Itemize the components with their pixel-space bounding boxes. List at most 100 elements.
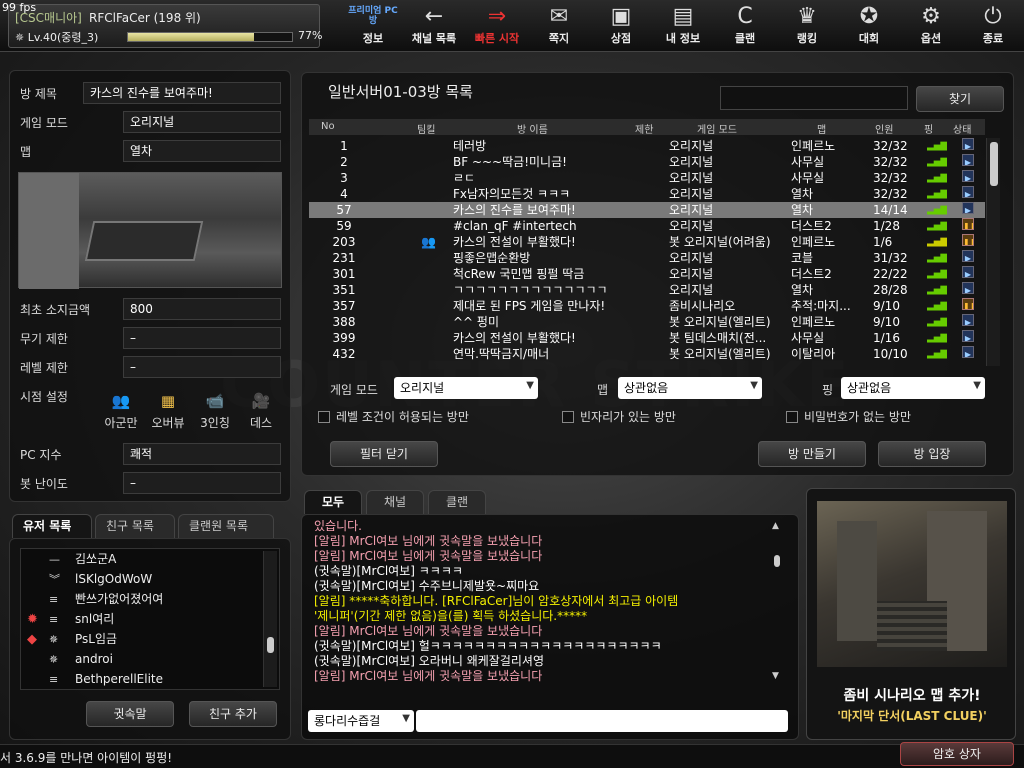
exp-bar (127, 32, 293, 42)
join-room-button[interactable]: 방 입장 (878, 441, 986, 467)
list-item[interactable]: ︾ lSKlgOdWoW (27, 569, 152, 589)
list-item[interactable]: ≡ BethperellElite (27, 669, 163, 689)
filter-mode-select[interactable]: 오리지널 ▼ (394, 377, 538, 399)
filter-map-value: 상관없음 (624, 381, 669, 395)
table-row[interactable]: 357 제대로 된 FPS 게임을 만나자! 좀비시나리오 추적:마지... 9/10 ▂… (309, 298, 985, 314)
close-filter-button[interactable]: 필터 닫기 (330, 441, 438, 467)
table-row[interactable]: 3 ㄹㄷ 오리지널 사무실 32/32 ▂▄▆ ▶ (309, 170, 985, 186)
col-teamkill[interactable]: 팀킬 (417, 121, 435, 136)
cell-mode: 봇 오리지널(엘리트) (669, 347, 771, 361)
menu-medal[interactable]: ✪ 대회 (838, 0, 900, 52)
chat-tab-channel[interactable]: 채널 (366, 490, 424, 514)
check-no-password[interactable]: 비밀번호가 없는 방만 (786, 408, 911, 425)
view-mode-third-person[interactable]: 📹 3인칭 (192, 392, 238, 431)
menu-clan-shield[interactable]: C 클랜 (714, 0, 776, 52)
list-item[interactable]: ✵ androi (27, 649, 113, 669)
level-limit-field[interactable]: – (123, 356, 281, 378)
map-preview-image (18, 172, 282, 289)
table-row[interactable]: 388 ^^ 펑미 봇 오리지널(엘리트) 인페르노 9/10 ▂▄▆ ▶ (309, 314, 985, 330)
check-level-allowed[interactable]: 레벨 조건이 허용되는 방만 (318, 408, 469, 425)
view-mode-label: 아군만 (104, 416, 138, 430)
table-row[interactable]: 351 ㄱㄱㄱㄱㄱㄱㄱㄱㄱㄱㄱㄱㄱㄱ 오리지널 열차 28/28 ▂▄▆ ▶ (309, 282, 985, 298)
crypto-crate-button[interactable]: 암호 상자 (900, 742, 1014, 766)
room-search-input[interactable] (720, 86, 908, 110)
col-room-name[interactable]: 방 이름 (517, 121, 548, 136)
menu-power[interactable]: ⏻ 종료 (962, 0, 1024, 52)
menu-back-arrow[interactable]: ← 채널 목록 (403, 0, 465, 52)
list-item[interactable]: ✹ ≡ snl여리 (27, 609, 114, 629)
view-mode-overview[interactable]: ▦ 오버뷰 (145, 392, 191, 431)
menu-mail[interactable]: ✉ 쪽지 (528, 0, 590, 52)
room-title-label: 방 제목 (20, 87, 57, 101)
list-item[interactable]: ≡ 빤쓰가없어졌어여 (27, 589, 163, 609)
user-list-scroll-thumb[interactable] (267, 637, 274, 653)
ping-signal-icon: ▂▄▆ (927, 300, 948, 311)
player-nickname: RFClFaCer (198 위) (89, 11, 201, 25)
bot-difficulty-field[interactable]: – (123, 472, 281, 494)
tab-clan-member-list[interactable]: 클랜원 목록 (178, 514, 274, 538)
list-item[interactable]: ◆ ✵ PsL임금 (27, 629, 117, 649)
rank-icon: ︾ (49, 573, 60, 586)
chat-scroll-down-icon[interactable]: ▼ (772, 671, 779, 681)
cell-no: 231 (332, 251, 356, 265)
filter-ping-select[interactable]: 상관없음 ▼ (841, 377, 985, 399)
whisper-button[interactable]: 귓속말 (86, 701, 174, 727)
create-room-button[interactable]: 방 만들기 (758, 441, 866, 467)
room-list-scroll-thumb[interactable] (990, 142, 998, 186)
menu-profile-card[interactable]: ▤ 내 정보 (652, 0, 714, 52)
view-mode-death-cam[interactable]: 🎥 데스 (238, 392, 284, 431)
start-money-field[interactable]: 800 (123, 298, 281, 320)
col-limit[interactable]: 제한 (635, 121, 653, 136)
menu-label: 종료 (982, 32, 1004, 45)
menu-shop[interactable]: ▣ 상점 (590, 0, 652, 52)
table-row[interactable]: 231 핑좋은맵순환방 오리지널 코블 31/32 ▂▄▆ ▶ (309, 250, 985, 266)
table-row[interactable]: 57 카스의 진수를 보여주마! 오리지널 열차 14/14 ▂▄▆ ▶ (309, 202, 985, 218)
col-status[interactable]: 상태 (953, 121, 971, 136)
map-field[interactable]: 열차 (123, 140, 281, 162)
table-row[interactable]: 4 Fx남자의모든것 ㅋㅋㅋ 오리지널 열차 32/32 ▂▄▆ ▶ (309, 186, 985, 202)
chat-input[interactable] (416, 710, 788, 732)
menu-trophy[interactable]: ♛ 랭킹 (776, 0, 838, 52)
cell-name: #clan_qF #intertech (453, 219, 577, 233)
table-row[interactable]: 2 BF ~~~딱금!미니금! 오리지널 사무실 32/32 ▂▄▆ ▶ (309, 154, 985, 170)
table-row[interactable]: 1 테러방 오리지널 인페르노 32/32 ▂▄▆ ▶ (309, 138, 985, 154)
chat-tab-clan[interactable]: 클랜 (428, 490, 486, 514)
event-banner[interactable]: 좀비 시나리오 맵 추가! '마지막 단서(LAST CLUE)' (806, 488, 1016, 740)
add-friend-button[interactable]: 친구 추가 (189, 701, 277, 727)
list-item[interactable]: — 김쏘군A (27, 549, 116, 569)
col-game-mode[interactable]: 게임 모드 (697, 121, 737, 136)
menu-gear[interactable]: ⚙ 옵션 (900, 0, 962, 52)
col-players[interactable]: 인원 (875, 121, 893, 136)
check-empty-slots[interactable]: 빈자리가 있는 방만 (562, 408, 676, 425)
room-title-field[interactable]: 카스의 진수를 보여주마! (83, 82, 281, 104)
chat-line: [알림] MrCl여보 님에게 귓속말을 보냈습니다 (314, 534, 543, 548)
user-list-scrollbar[interactable] (263, 551, 277, 687)
col-ping[interactable]: 핑 (924, 121, 933, 136)
room-list-scrollbar[interactable] (986, 138, 1000, 366)
ping-signal-icon: ▂▄▆ (927, 252, 948, 263)
tab-friend-list[interactable]: 친구 목록 (95, 514, 175, 538)
filter-mode-label: 게임 모드 (330, 383, 378, 397)
col-no[interactable]: No (321, 121, 335, 132)
chat-tab-all[interactable]: 모두 (304, 490, 362, 514)
overview-icon: ▦ (160, 392, 176, 410)
menu-quick-start[interactable]: ⇒ 빠른 시작 (466, 0, 528, 52)
whisper-target-select[interactable]: 롱다리수즙걸 ▼ (308, 710, 414, 732)
table-row[interactable]: 203 카스의 전설이 부활했다! 봇 오리지널(어려움) 인페르노 1/6 👥 ▂▄▆ ❚❚ (309, 234, 985, 250)
tab-user-list[interactable]: 유저 목록 (12, 514, 92, 538)
menu-premium-pc[interactable]: 정보 프리미엄 PC방 (342, 0, 404, 52)
table-row[interactable]: 301 척cRew 국민맵 핑펄 딱금 오리지널 더스트2 22/22 ▂▄▆ ▶ (309, 266, 985, 282)
map-label: 맵 (20, 145, 32, 159)
chat-scroll-thumb[interactable] (774, 555, 780, 567)
table-row[interactable]: 432 연막.딱딱금지/매너 봇 오리지널(엘리트) 이탈리아 10/10 ▂▄▆ ▶ (309, 346, 985, 362)
weapon-limit-field[interactable]: – (123, 327, 281, 349)
chat-scroll-up-icon[interactable]: ▲ (772, 521, 779, 531)
table-row[interactable]: 399 카스의 전설이 부활했다! 봇 팀데스매치(전... 사무실 1/16 ▂▄▆ ▶ (309, 330, 985, 346)
filter-map-select[interactable]: 상관없음 ▼ (618, 377, 762, 399)
view-mode-ally-only[interactable]: 👥 아군만 (98, 392, 144, 431)
search-button[interactable]: 찾기 (916, 86, 1004, 112)
table-row[interactable]: 59 #clan_qF #intertech 오리지널 더스트2 1/28 ▂▄▆ ❚❚ (309, 218, 985, 234)
col-map[interactable]: 맵 (817, 121, 826, 136)
game-mode-field[interactable]: 오리지널 (123, 111, 281, 133)
player-profile[interactable]: [CSC매니아] RFClFaCer (198 위) ✵ Lv.40(중령_3)… (8, 4, 322, 48)
